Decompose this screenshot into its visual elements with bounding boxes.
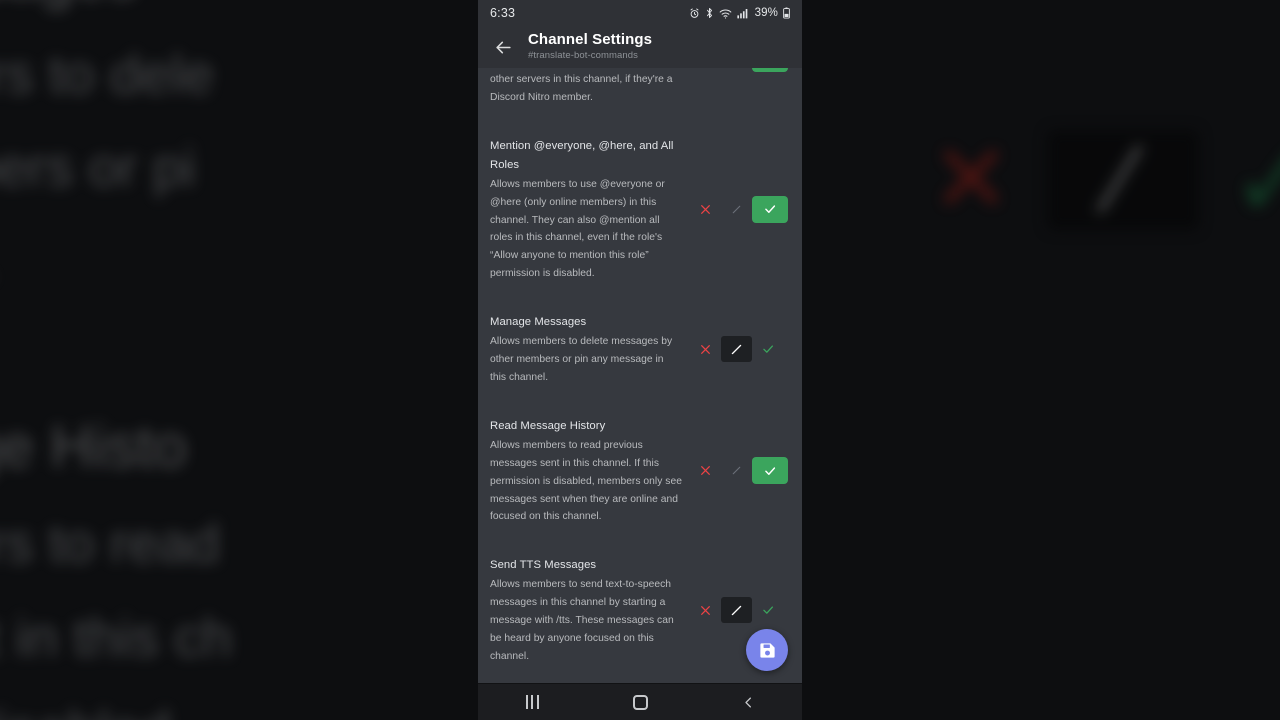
permission-row: other servers in this channel, if they'r… [478,68,802,107]
home-icon [632,694,648,710]
permissions-scroll-area[interactable]: other servers in this channel, if they'r… [478,68,802,683]
deny-button[interactable] [690,597,721,623]
neutral-button[interactable] [721,597,752,624]
back-button[interactable] [490,34,516,60]
allow-button[interactable] [752,336,783,362]
page-title: Channel Settings [528,30,653,48]
deny-button[interactable] [690,68,721,72]
permission-description: Allows members to read previous messages… [490,439,682,523]
neutral-button[interactable] [721,196,752,222]
battery-percent: 39% [754,7,778,19]
backdrop-deny-icon: ✕ [930,126,1012,233]
permissions-list: other servers in this channel, if they'r… [478,68,802,683]
header-titles: Channel Settings #translate-bot-commands [528,30,653,62]
status-icons: 39% [689,7,790,19]
recents-button[interactable] [502,687,562,717]
deny-button[interactable] [690,196,721,222]
android-nav-bar [478,683,802,720]
permission-description: Allows members to use @everyone or @here… [490,178,665,280]
channel-name: #translate-bot-commands [528,49,639,61]
permission-row: Manage Messages Allows members to delete… [478,311,802,387]
alarm-icon [689,7,700,19]
deny-button[interactable] [690,458,721,484]
bluetooth-icon [705,7,714,19]
permission-description: Allows members to delete messages by oth… [490,336,673,383]
permission-description: Allows members to send text-to-speech me… [490,579,674,662]
permission-toggle-group [690,597,790,624]
permission-title: Send TTS Messages [490,559,597,572]
permission-title: Read Message History [490,419,606,432]
backdrop-neutral-icon: ∕ [1047,130,1199,230]
permission-row: Mention @everyone, @here, and All Roles … [478,135,802,283]
status-bar: 6:33 39% [478,0,802,26]
screenshot-root: Manage Messages Allows members to dele b… [0,0,1280,720]
neutral-button[interactable] [721,458,752,484]
permission-toggle-group [690,457,790,485]
neutral-button[interactable] [721,336,752,363]
save-fab-button[interactable] [746,629,788,671]
permission-toggle-group [690,336,790,363]
status-time: 6:33 [490,6,516,20]
recents-icon [525,695,539,709]
permission-title: Mention @everyone, @here, and All Roles [490,139,674,171]
permission-toggle-group [690,68,790,72]
allow-button[interactable] [752,457,788,485]
permission-toggle-group [690,195,790,223]
permission-text: other servers in this channel, if they'r… [490,68,682,107]
deny-button[interactable] [690,336,721,362]
allow-button[interactable] [752,195,788,223]
permission-text: Manage Messages Allows members to delete… [490,311,682,387]
back-icon [744,697,751,707]
phone-screen: 6:33 39% Channel Settings #translate-bot… [478,0,802,720]
battery-icon [783,7,790,19]
permission-description: other servers in this channel, if they'r… [490,74,673,103]
permission-text: Send TTS Messages Allows members to send… [490,554,682,666]
wifi-icon [719,8,732,19]
back-nav-button[interactable] [718,687,778,717]
permission-text: Read Message History Allows members to r… [490,415,682,527]
backdrop-allow-icon: ✓ [1229,119,1280,240]
neutral-button[interactable] [721,68,752,72]
allow-button[interactable] [752,597,783,623]
permission-title: Manage Messages [490,316,587,329]
permission-text: Mention @everyone, @here, and All Roles … [490,135,682,283]
app-header: Channel Settings #translate-bot-commands [478,26,802,68]
permission-row: Read Message History Allows members to r… [478,415,802,527]
signal-icon [737,8,749,19]
home-button[interactable] [610,687,670,717]
allow-button[interactable] [752,68,788,72]
